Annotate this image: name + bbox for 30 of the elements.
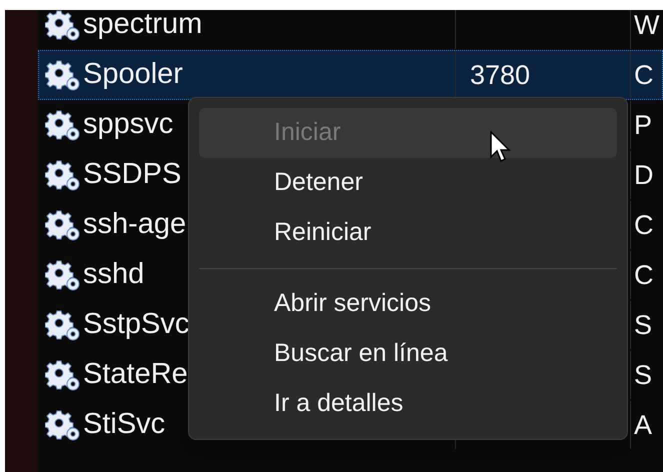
mouse-pointer-icon xyxy=(490,131,512,163)
service-name: ssh-age xyxy=(83,207,186,242)
service-name: sshd xyxy=(83,257,144,292)
table-cell-text: C xyxy=(634,258,654,292)
gear-icon xyxy=(45,359,81,391)
gear-icon xyxy=(45,59,81,91)
service-name: StiSvc xyxy=(83,407,166,442)
table-row[interactable]: spectrum W xyxy=(38,10,663,50)
gear-icon xyxy=(45,409,81,441)
gear-icon xyxy=(45,209,81,241)
pid-cell-text: 3780 xyxy=(470,58,530,92)
service-name: sppsvc xyxy=(83,107,174,142)
table-cell-text: D xyxy=(634,158,654,192)
service-name: Spooler xyxy=(83,57,183,92)
table-cell-text: C xyxy=(634,58,654,92)
table-row[interactable]: Spooler 3780 C xyxy=(38,50,663,100)
table-cell-text: W xyxy=(634,10,660,42)
gear-icon xyxy=(45,109,81,141)
table-cell-text: A xyxy=(634,408,652,442)
service-name: spectrum xyxy=(83,10,202,42)
gear-icon xyxy=(45,309,81,341)
gear-icon xyxy=(45,259,81,291)
service-name: SSDPS xyxy=(83,157,182,192)
gear-icon xyxy=(45,159,81,191)
table-cell-text: S xyxy=(634,308,652,342)
table-cell-text: S xyxy=(634,358,652,392)
table-cell-text: C xyxy=(634,208,654,242)
service-name: StateRe xyxy=(83,357,188,392)
service-name: SstpSvc xyxy=(83,307,190,342)
table-cell-text: P xyxy=(634,108,652,142)
